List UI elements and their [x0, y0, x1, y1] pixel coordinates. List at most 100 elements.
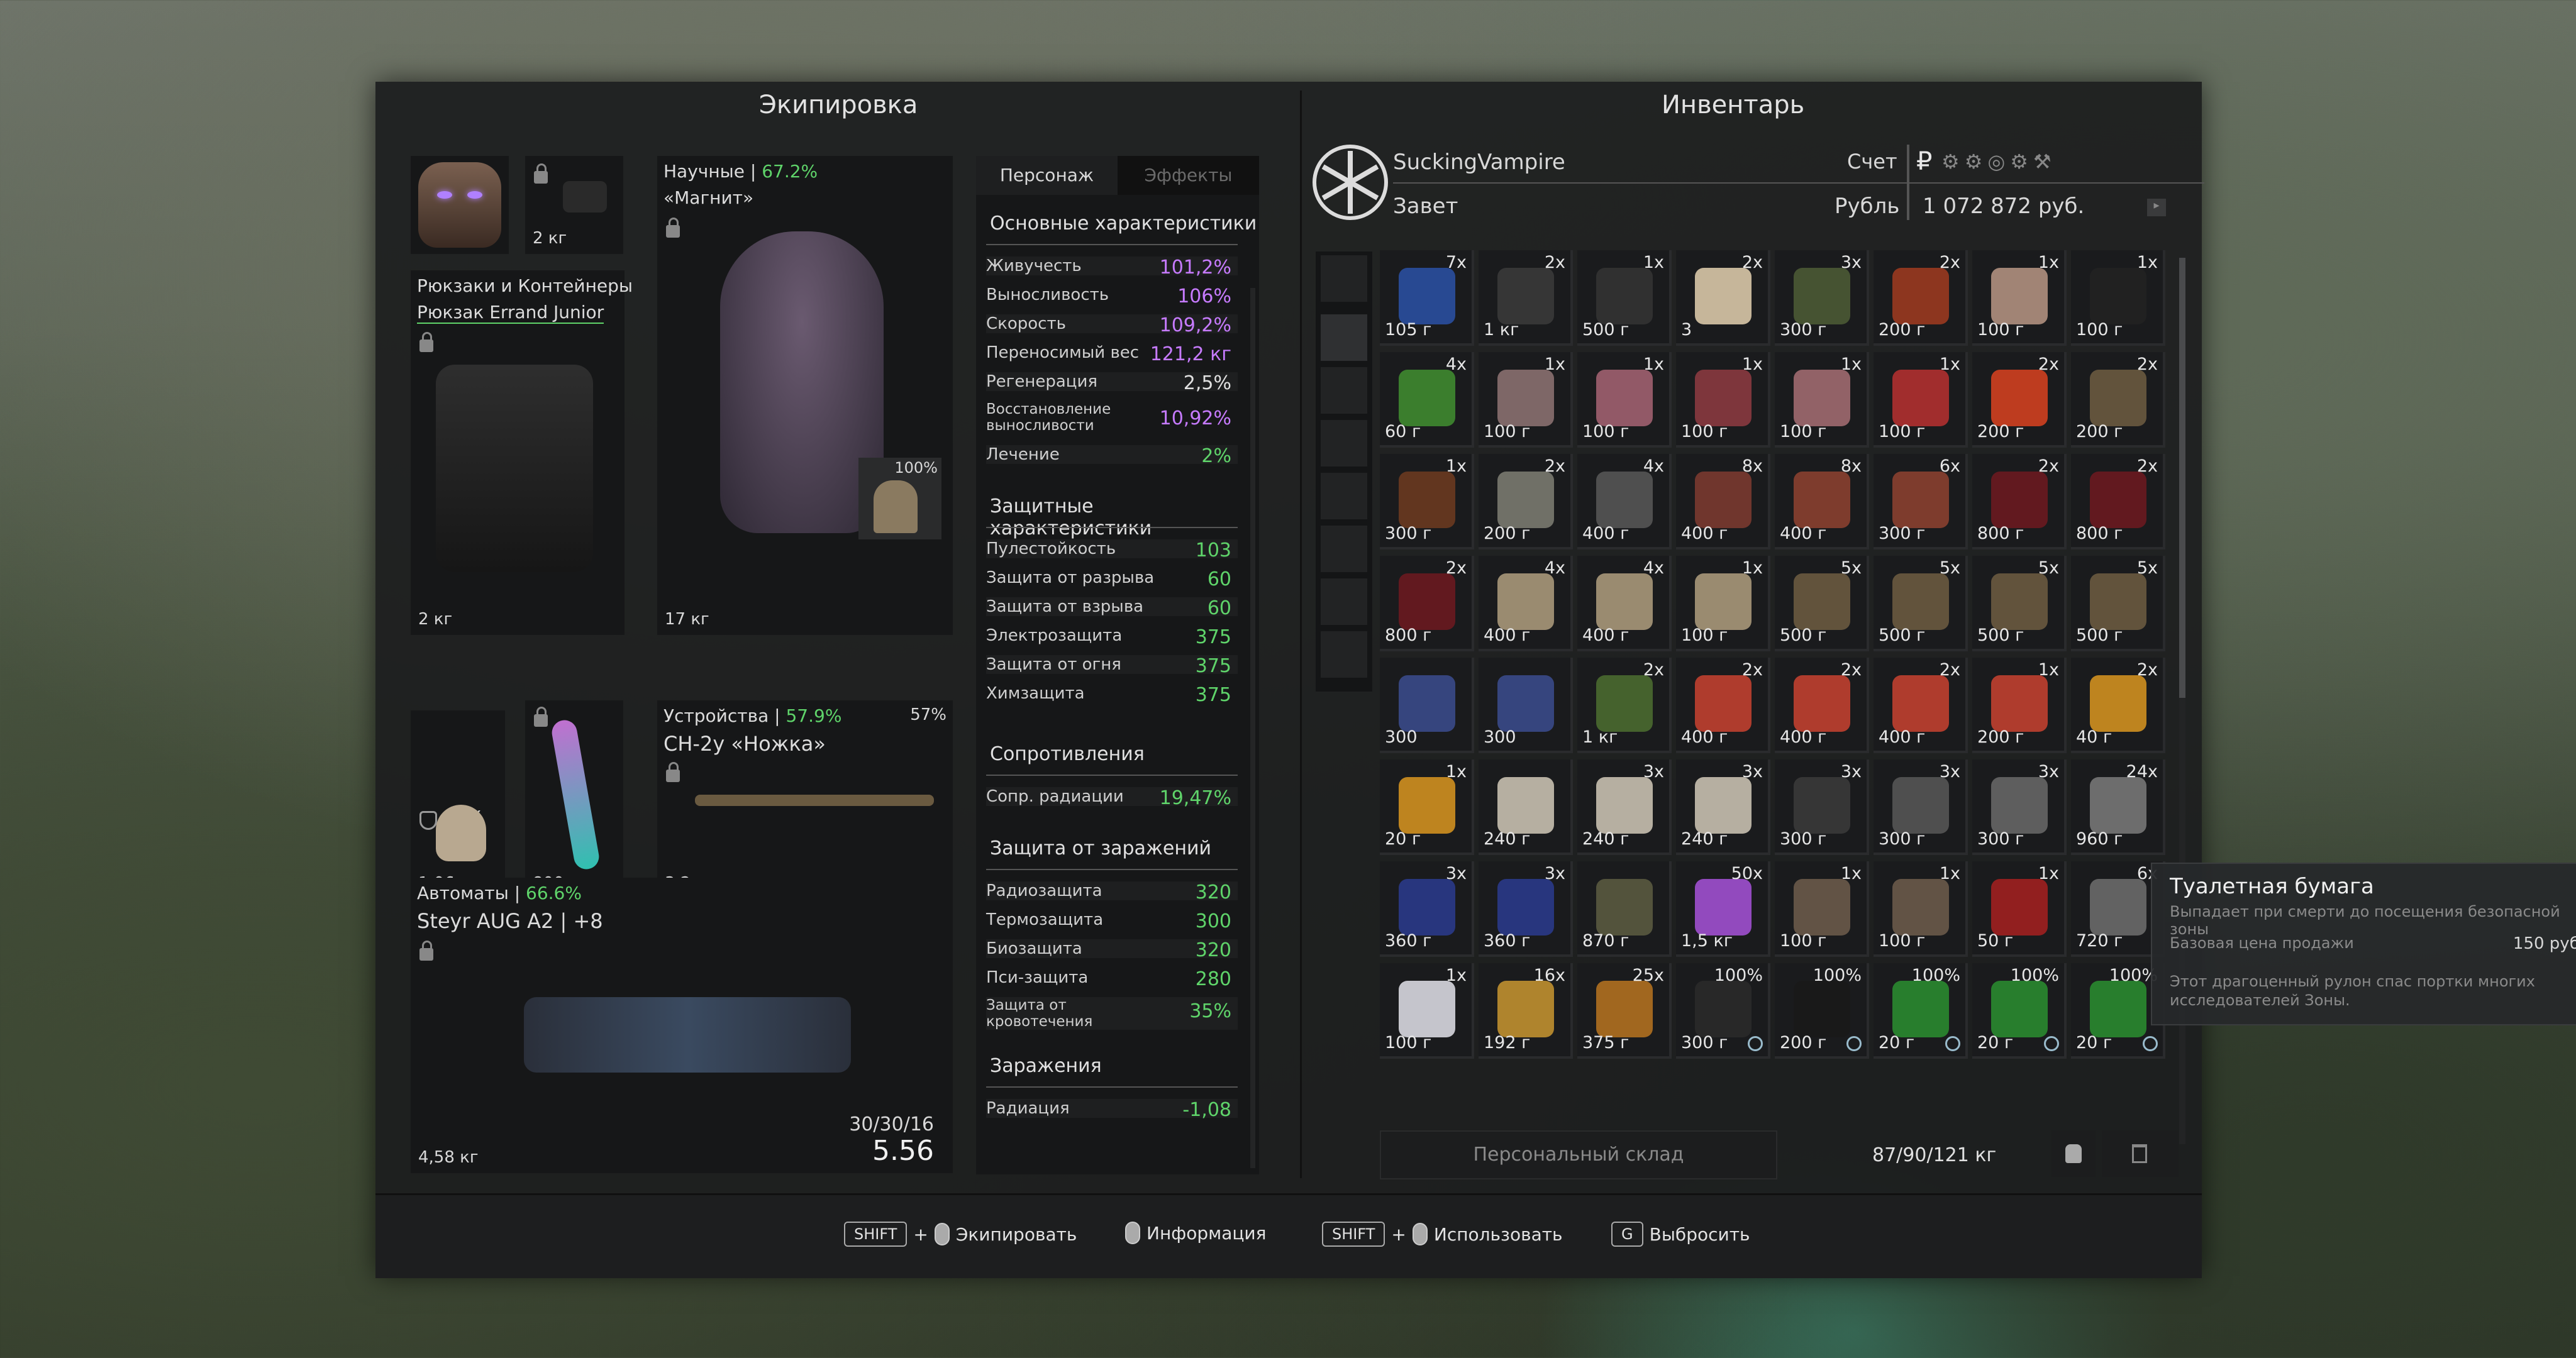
filter-all-icon[interactable]: [1321, 314, 1367, 361]
inventory-cell[interactable]: 7x 105 г: [1380, 250, 1474, 346]
inventory-cell[interactable]: 3x 300 г: [1775, 759, 1869, 855]
filter-armor-icon[interactable]: [1321, 473, 1367, 519]
inventory-cell[interactable]: 100% 200 г: [1775, 963, 1869, 1059]
inventory-cell[interactable]: 5x 500 г: [2071, 556, 2165, 651]
inventory-cell[interactable]: 1x 300 г: [1380, 454, 1474, 549]
inventory-cell[interactable]: 3x 360 г: [1479, 861, 1573, 957]
inventory-cell[interactable]: 2x 3: [1676, 250, 1770, 346]
inventory-cell[interactable]: 1x 100 г: [1775, 861, 1869, 957]
scrollbar-thumb[interactable]: [2179, 258, 2185, 698]
inventory-cell[interactable]: 2x 400 г: [1775, 658, 1869, 753]
item-quantity: 3x: [1939, 762, 1960, 781]
inventory-cell[interactable]: 1x 100 г: [1479, 352, 1573, 448]
inventory-cell[interactable]: 2x 400 г: [1676, 658, 1770, 753]
item-icon: [1794, 573, 1850, 630]
ruble-icon[interactable]: ₽: [1916, 147, 1932, 176]
inventory-cell[interactable]: 4x 60 г: [1380, 352, 1474, 448]
inventory-cell[interactable]: 2x 200 г: [2071, 352, 2165, 448]
stats-scrollbar[interactable]: [1250, 288, 1255, 1168]
inventory-cell[interactable]: 2x 400 г: [1874, 658, 1968, 753]
inventory-cell[interactable]: 50x 1,5 кг: [1676, 861, 1770, 957]
money-expand-button[interactable]: ▸: [2147, 199, 2166, 216]
item-weight: 360 г: [1385, 931, 1432, 951]
inventory-cell[interactable]: 1x 500 г: [1577, 250, 1672, 346]
inventory-cell[interactable]: 240 г: [1479, 759, 1573, 855]
tab-effects[interactable]: Эффекты: [1118, 156, 1259, 195]
protect-title: Защитные характеристики: [990, 495, 1152, 539]
head-slot[interactable]: 2 кг: [525, 156, 623, 254]
item-icon: [1399, 573, 1455, 630]
inventory-cell[interactable]: 300: [1380, 658, 1474, 753]
inventory-cell[interactable]: 3x 240 г: [1676, 759, 1770, 855]
inventory-cell[interactable]: 1x 100 г: [1577, 352, 1672, 448]
inventory-cell[interactable]: 4x 400 г: [1479, 556, 1573, 651]
divider: [986, 1086, 1238, 1088]
inventory-cell[interactable]: 1x 100 г: [1874, 861, 1968, 957]
inventory-cell[interactable]: 24x 960 г: [2071, 759, 2165, 855]
inventory-cell[interactable]: 1x 100 г: [1874, 352, 1968, 448]
inventory-cell[interactable]: 8x 400 г: [1775, 454, 1869, 549]
inventory-cell[interactable]: 1x 100 г: [1972, 250, 2067, 346]
filter-attachments-icon[interactable]: [1321, 367, 1367, 414]
weight-icon[interactable]: [2051, 1130, 2096, 1177]
personal-storage-button[interactable]: Персональный склад: [1380, 1130, 1777, 1179]
inventory-cell[interactable]: 2x 800 г: [2071, 454, 2165, 549]
inventory-cell[interactable]: 2x 1 кг: [1479, 250, 1573, 346]
knife-slot[interactable]: 800 г: [525, 700, 623, 899]
filter-misc-icon[interactable]: [1321, 631, 1367, 678]
inventory-cell[interactable]: 4x 400 г: [1577, 556, 1672, 651]
inventory-cell[interactable]: 2x 200 г: [1972, 352, 2067, 448]
inventory-cell[interactable]: 2x 200 г: [1479, 454, 1573, 549]
armor-insert-slot[interactable]: 100%: [858, 458, 941, 539]
inventory-cell[interactable]: 100% 20 г: [1874, 963, 1968, 1059]
inventory-cell[interactable]: 3x 300 г: [1972, 759, 2067, 855]
inventory-cell[interactable]: 6x 300 г: [1874, 454, 1968, 549]
inventory-cell[interactable]: 1x 50 г: [1972, 861, 2067, 957]
inventory-cell[interactable]: 1x 20 г: [1380, 759, 1474, 855]
item-quantity: 5x: [2136, 558, 2158, 578]
inventory-cell[interactable]: 1x 100 г: [2071, 250, 2165, 346]
trash-icon[interactable]: [2102, 1130, 2179, 1177]
filter-medicine-icon[interactable]: [1321, 526, 1367, 572]
item-weight: 20 г: [1879, 1033, 1915, 1052]
inventory-cell[interactable]: 1x 100 г: [1775, 352, 1869, 448]
inventory-cell[interactable]: 1x 200 г: [1972, 658, 2067, 753]
inventory-cell[interactable]: 5x 500 г: [1972, 556, 2067, 651]
inventory-cell[interactable]: 2x 800 г: [1380, 556, 1474, 651]
inventory-cell[interactable]: 1x 100 г: [1676, 556, 1770, 651]
item-quantity: 2x: [2038, 355, 2059, 374]
inventory-cell[interactable]: 100% 20 г: [1972, 963, 2067, 1059]
weapon-slot[interactable]: Автоматы | 66.6% Steyr AUG A2 | +8 30/30…: [411, 878, 953, 1173]
inventory-cell[interactable]: 4x 400 г: [1577, 454, 1672, 549]
filter-ammo-icon[interactable]: [1321, 578, 1367, 625]
tab-character[interactable]: Персонаж: [976, 156, 1118, 195]
inventory-cell[interactable]: 1x 100 г: [1676, 352, 1770, 448]
inventory-cell[interactable]: 2x 40 г: [2071, 658, 2165, 753]
inventory-cell[interactable]: 16x 192 г: [1479, 963, 1573, 1059]
inventory-cell[interactable]: 3x 300 г: [1874, 759, 1968, 855]
inventory-cell[interactable]: 2x 800 г: [1972, 454, 2067, 549]
inventory-cell[interactable]: 25x 375 г: [1577, 963, 1672, 1059]
device-slot[interactable]: Устройства | 57.9% 57% СН-2у «Ножка» 3,2…: [657, 700, 953, 899]
inventory-cell[interactable]: 3x 360 г: [1380, 861, 1474, 957]
inventory-cell[interactable]: 300: [1479, 658, 1573, 753]
clock-icon: [1945, 1036, 1960, 1051]
currency-icons[interactable]: ⚙⚙◎⚙⚒: [1941, 150, 2057, 174]
inventory-cell[interactable]: 3x 300 г: [1775, 250, 1869, 346]
face-slot[interactable]: [411, 156, 509, 254]
inventory-cell[interactable]: 870 г: [1577, 861, 1672, 957]
filter-weapons-icon[interactable]: [1321, 420, 1367, 466]
consumable-slot[interactable]: 2x 1,06 кг: [411, 710, 505, 899]
inventory-cell[interactable]: 100% 300 г: [1676, 963, 1770, 1059]
inventory-cell[interactable]: 5x 500 г: [1775, 556, 1869, 651]
inventory-cell[interactable]: 2x 1 кг: [1577, 658, 1672, 753]
inventory-cell[interactable]: 5x 500 г: [1874, 556, 1968, 651]
inventory-cell[interactable]: 3x 240 г: [1577, 759, 1672, 855]
inventory-cell[interactable]: 1x 100 г: [1380, 963, 1474, 1059]
inventory-cell[interactable]: 2x 200 г: [1874, 250, 1968, 346]
filter-sort-icon[interactable]: [1321, 255, 1367, 302]
backpack-slot[interactable]: Рюкзаки и Контейнеры Рюкзак Errand Junio…: [411, 270, 633, 635]
inventory-cell[interactable]: 8x 400 г: [1676, 454, 1770, 549]
armor-slot[interactable]: Научные | 67.2% «Магнит» 100% 17 кг: [657, 156, 953, 635]
item-weight: 870 г: [1582, 931, 1629, 951]
